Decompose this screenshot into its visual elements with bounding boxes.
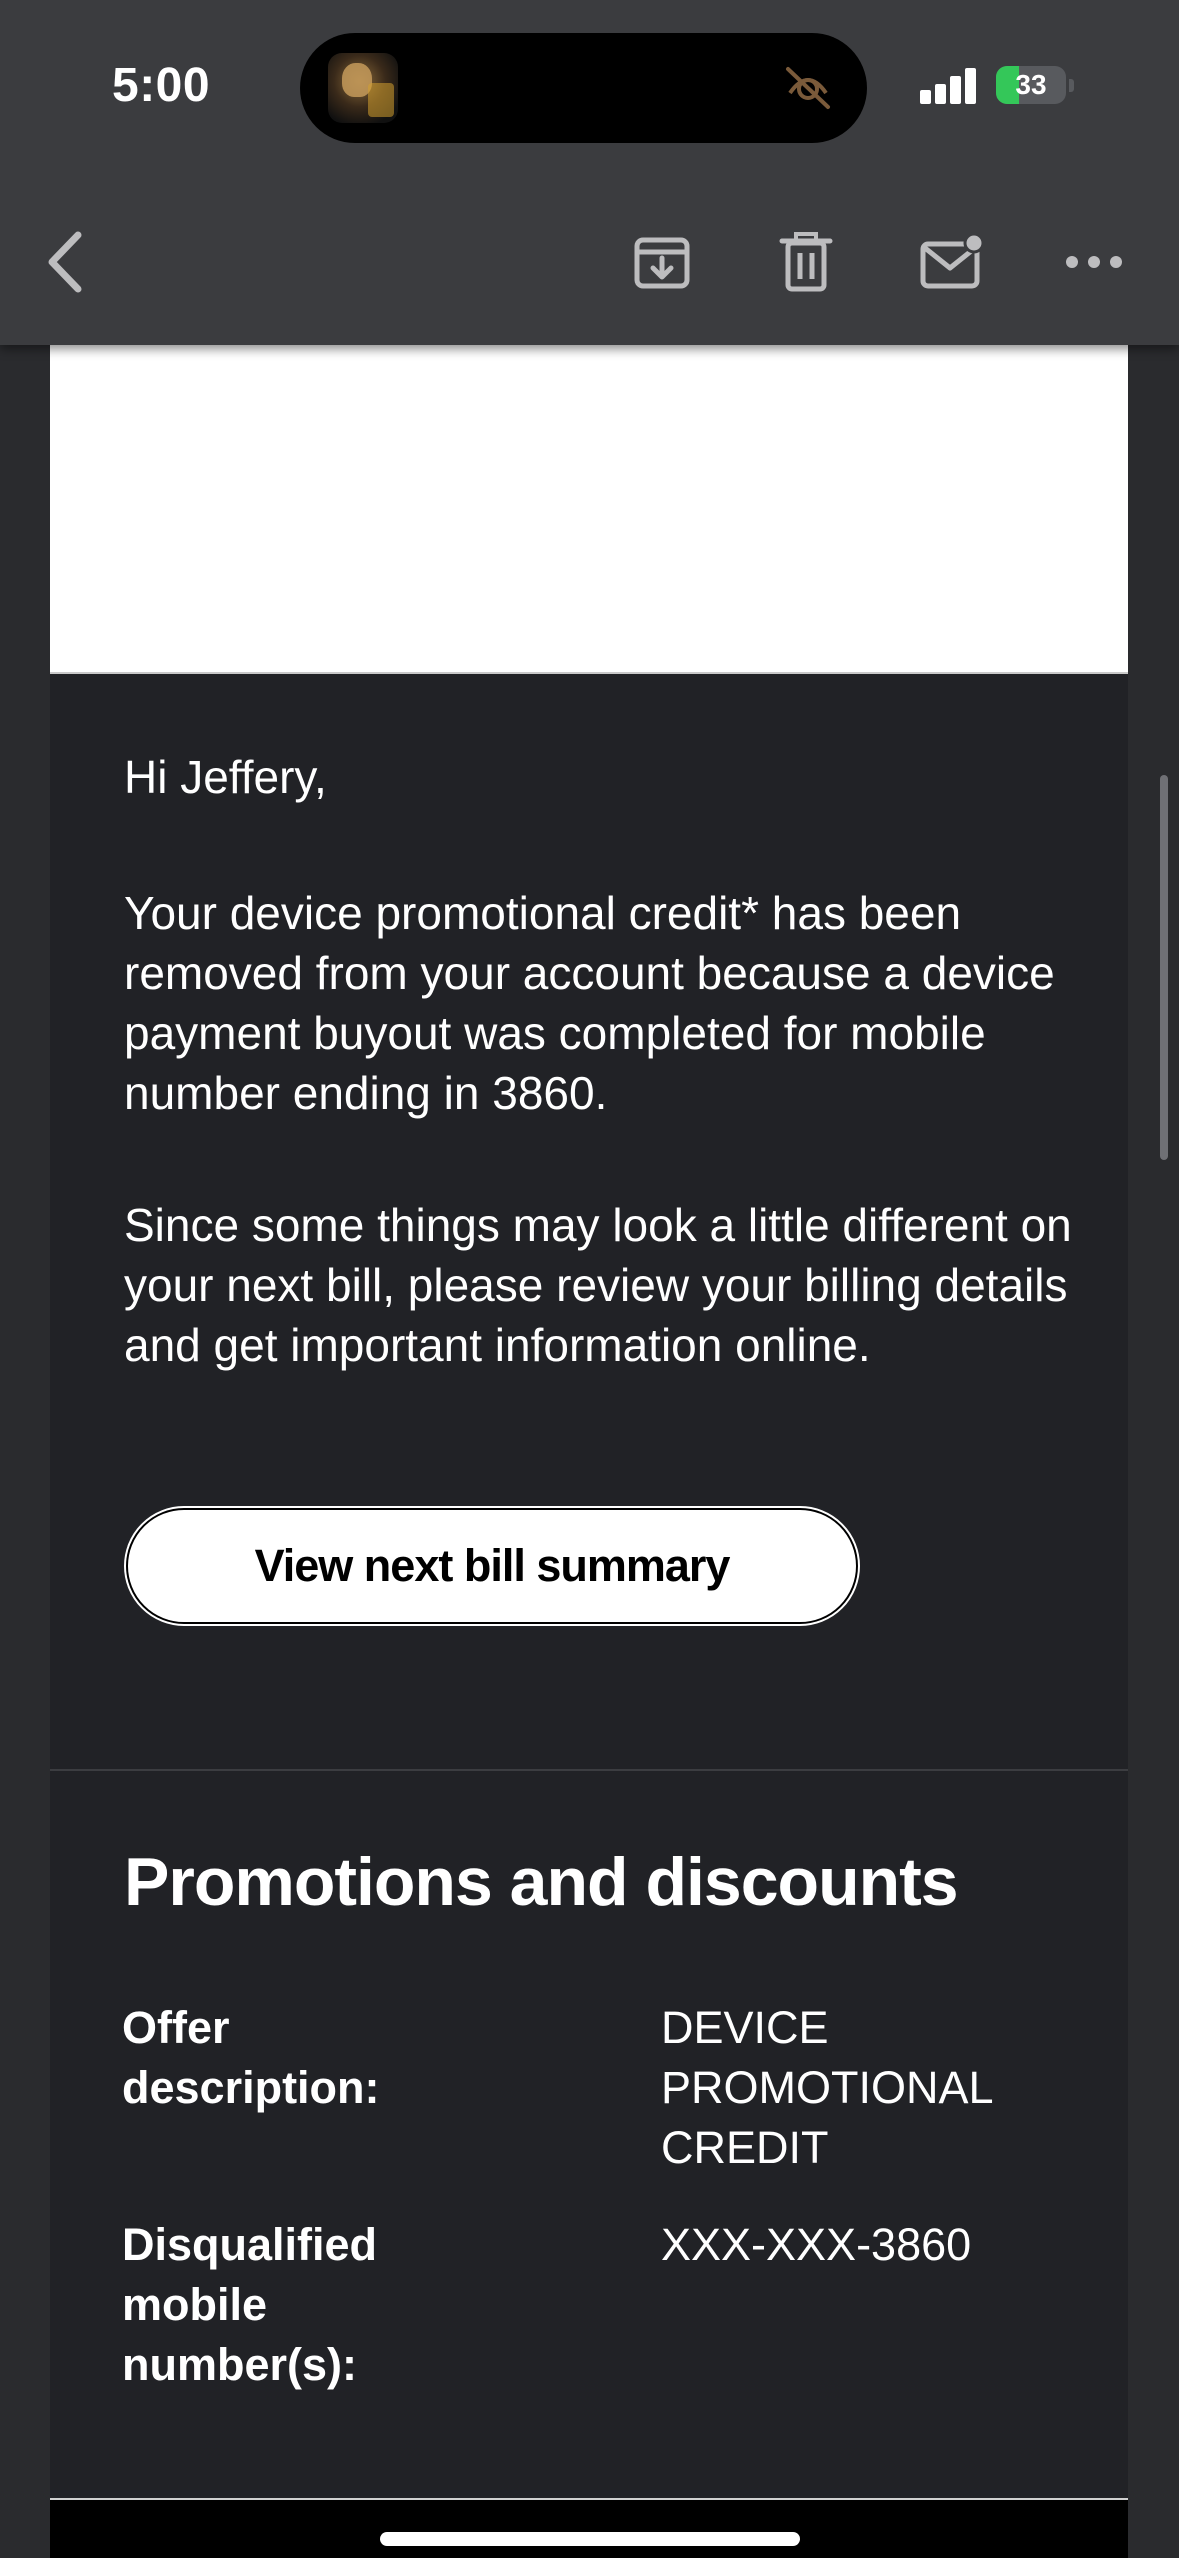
scrollbar[interactable] xyxy=(1160,775,1168,1160)
back-button[interactable] xyxy=(26,222,106,302)
view-next-bill-summary-button[interactable]: View next bill summary xyxy=(124,1506,860,1626)
delete-button[interactable] xyxy=(766,222,846,302)
dynamic-island[interactable] xyxy=(300,33,867,143)
more-icon xyxy=(1066,256,1122,268)
chevron-left-icon xyxy=(48,231,82,293)
email-footer-edge xyxy=(50,2498,1128,2558)
mark-unread-button[interactable] xyxy=(912,222,992,302)
status-time: 5:00 xyxy=(112,59,211,112)
section-title: Promotions and discounts xyxy=(124,1844,959,1920)
email-header-image xyxy=(50,345,1128,674)
offer-description-label: Offer description: xyxy=(122,2002,380,2113)
body-paragraph-1: Your device promotional credit* has been… xyxy=(124,887,1055,1119)
trash-icon xyxy=(779,232,833,292)
mute-icon xyxy=(786,67,830,109)
email-body: Hi Jeffery, Your device promotional cred… xyxy=(50,345,1128,2556)
now-playing-artwork xyxy=(328,53,398,123)
home-indicator[interactable] xyxy=(380,2532,800,2546)
mark-unread-icon xyxy=(920,232,985,289)
archive-button[interactable] xyxy=(622,222,702,302)
greeting: Hi Jeffery, xyxy=(124,751,327,803)
disqualified-numbers-label: Disqualified mobile number(s): xyxy=(122,2219,378,2390)
top-bar: 5:00 33 xyxy=(0,0,1179,345)
battery-icon: 33 xyxy=(996,66,1066,104)
section-divider xyxy=(50,1769,1128,1771)
offer-description-value: DEVICE PROMOTIONAL CREDIT xyxy=(661,2002,992,2173)
body-paragraph-2: Since some things may look a little diff… xyxy=(124,1199,1072,1371)
disqualified-numbers-value: XXX-XXX-3860 xyxy=(661,2219,972,2270)
battery-percent: 33 xyxy=(1015,69,1047,100)
more-button[interactable] xyxy=(1054,222,1134,302)
cellular-signal-icon xyxy=(920,66,980,104)
archive-icon xyxy=(634,237,690,289)
